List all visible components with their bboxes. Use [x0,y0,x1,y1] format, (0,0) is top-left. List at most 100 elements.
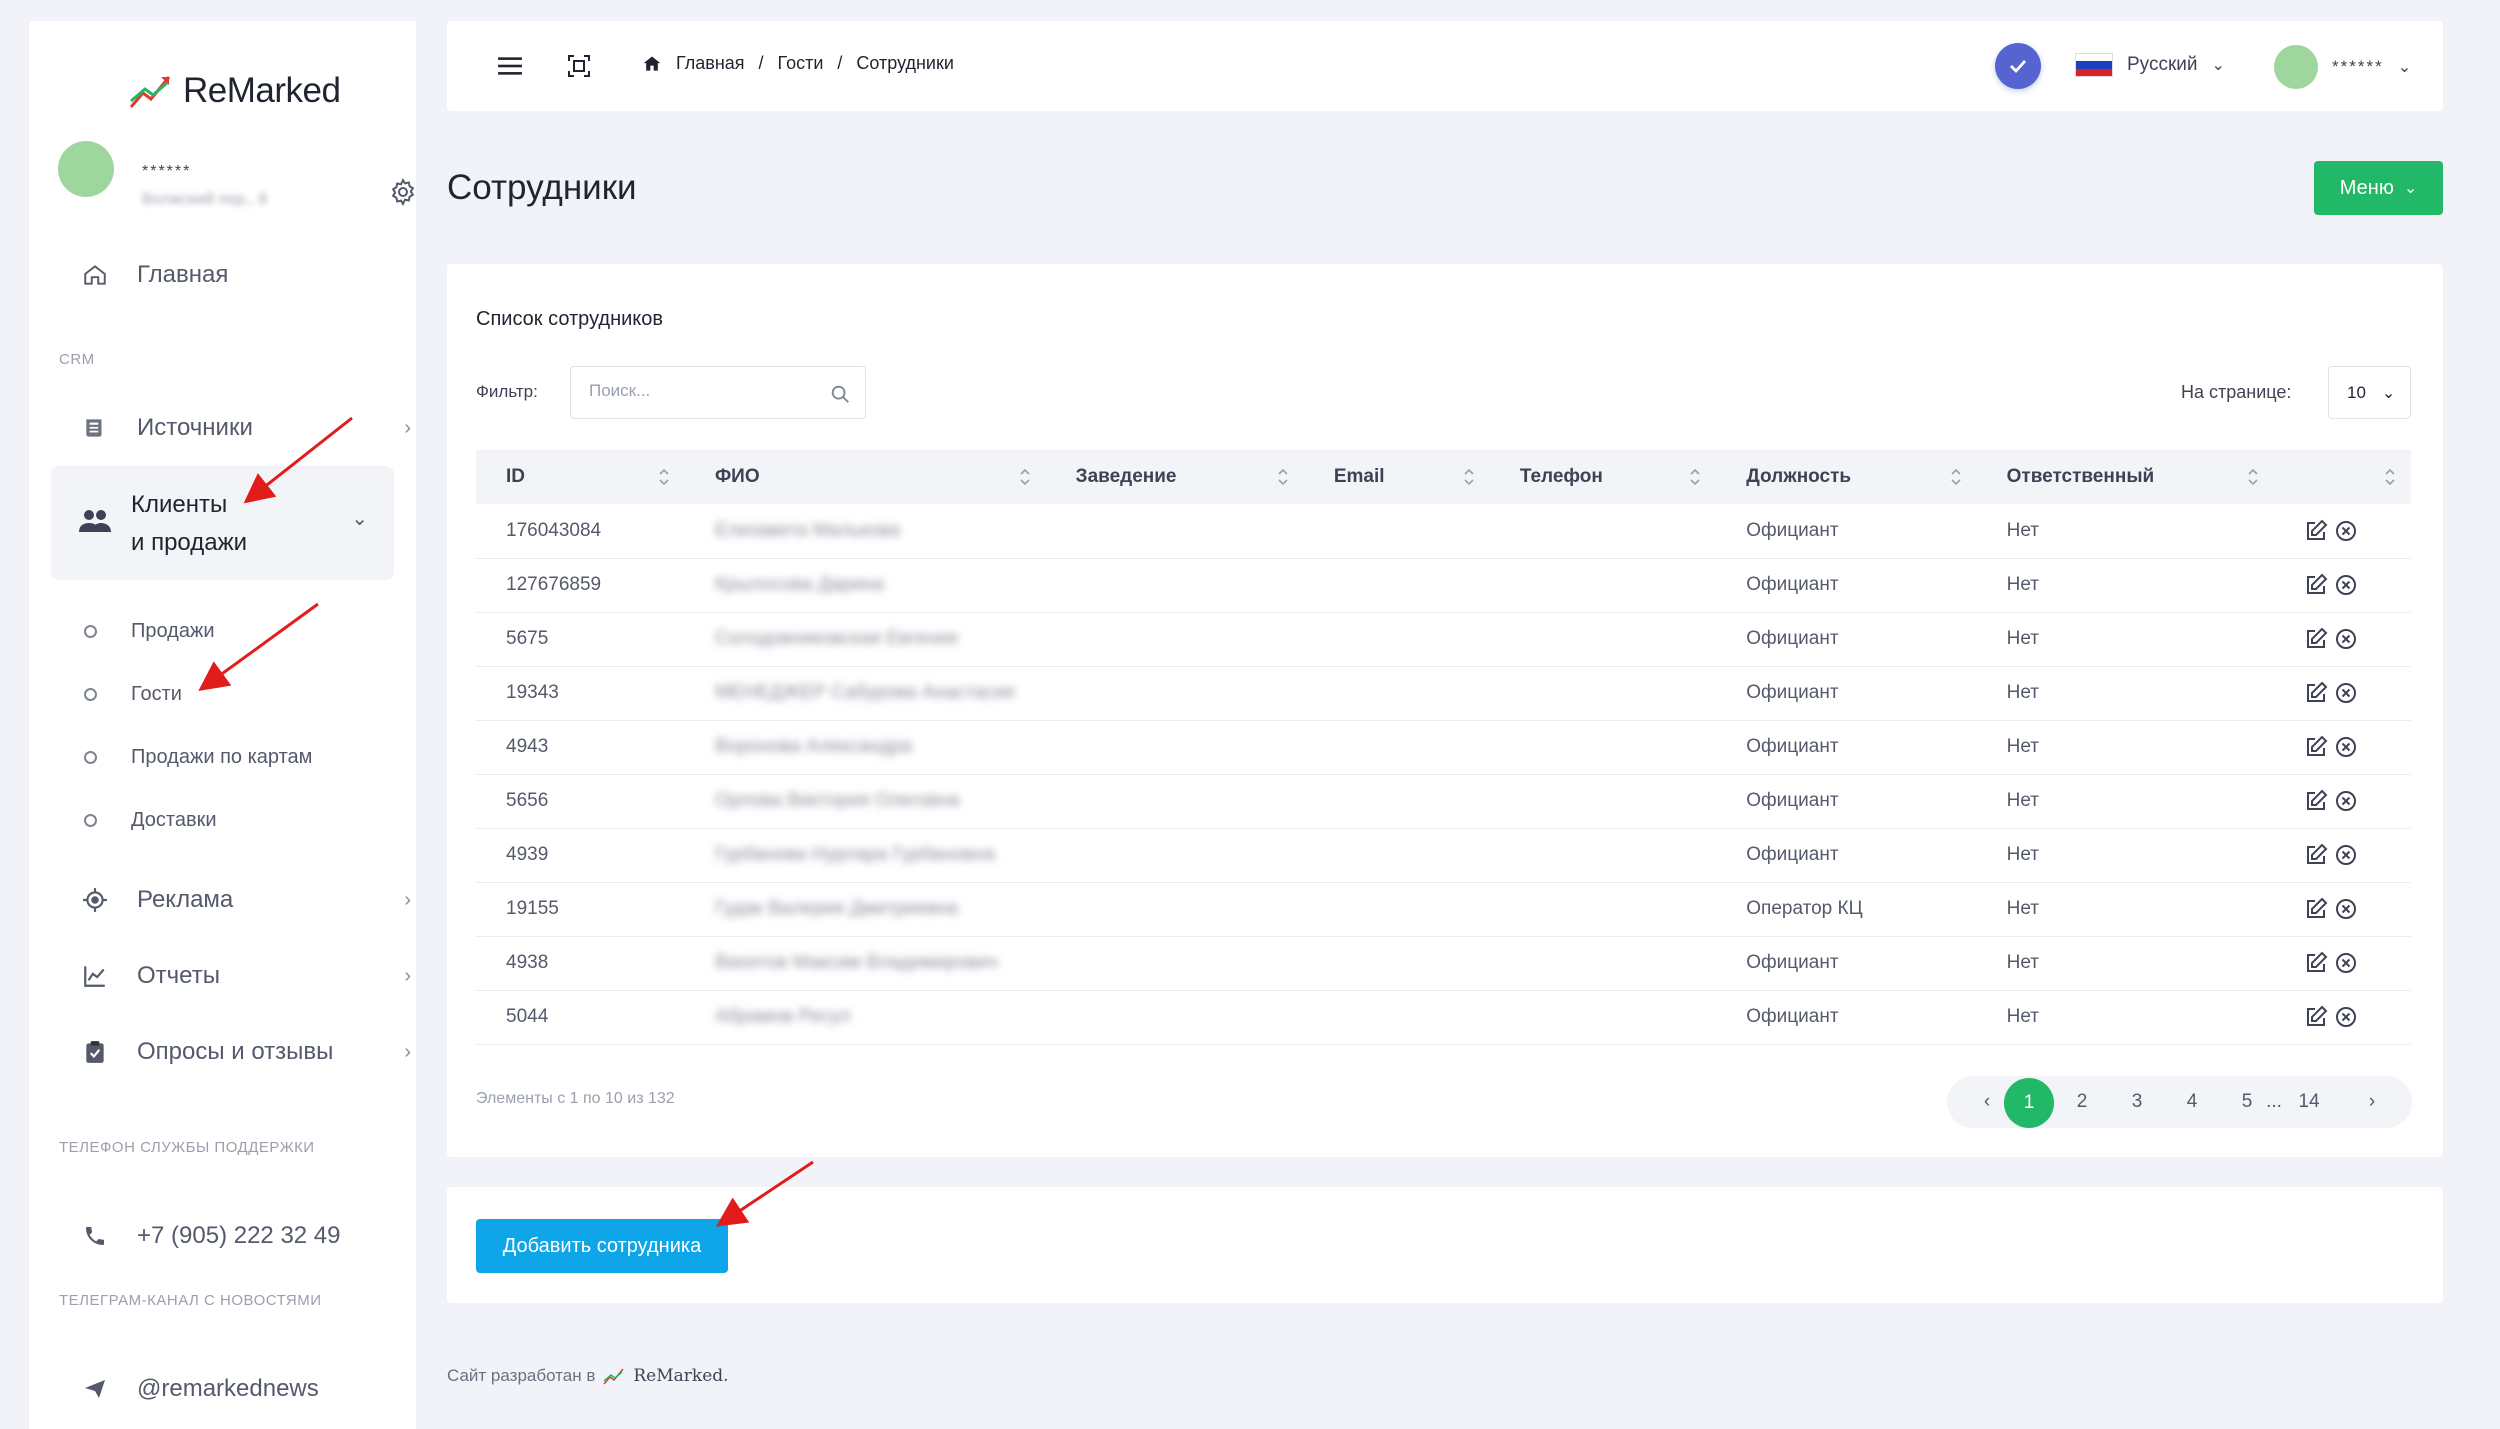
edit-icon[interactable] [2304,951,2328,975]
table-row[interactable]: 5044 Абрамов Ресул Официант Нет [476,990,2411,1044]
sidebar-subitem-card-sales[interactable]: Продажи по картам [84,746,312,769]
pagination-page-1[interactable]: 1 [2004,1078,2054,1128]
filter-label: Фильтр: [476,382,538,401]
per-page-select[interactable]: 10 ⌄ [2328,366,2411,419]
delete-icon[interactable] [2334,843,2358,867]
header-user-menu[interactable]: ****** ⌄ [2274,45,2411,89]
pagination-page-3[interactable]: 3 [2122,1076,2152,1128]
avatar[interactable] [58,141,114,197]
cell-phone [1490,990,1716,1044]
search-icon[interactable] [829,383,851,405]
delete-icon[interactable] [2334,789,2358,813]
sidebar-item-label: Главная [137,261,229,288]
footer-brand-link[interactable]: ReMarked. [633,1366,728,1386]
column-header-phone[interactable]: Телефон [1490,450,1716,504]
top-header: Главная / Гости / Сотрудники Русский ⌄ *… [447,21,2443,111]
cell-position: Официант [1746,519,1839,541]
column-header-position[interactable]: Должность [1716,450,1976,504]
target-icon [83,888,107,912]
edit-icon[interactable] [2304,1005,2328,1029]
table-row[interactable]: 4943 Воронова Александра Официант Нет [476,720,2411,774]
delete-icon[interactable] [2334,573,2358,597]
cell-actions [2274,504,2411,558]
pagination-page-4[interactable]: 4 [2177,1076,2207,1128]
pagination-page-2[interactable]: 2 [2067,1076,2097,1128]
pagination-next[interactable]: › [2360,1076,2384,1128]
table-row[interactable]: 4939 Гурбанова Нурлара Гурбановна Официант… [476,828,2411,882]
search-input[interactable] [589,381,829,401]
sidebar-item-surveys[interactable]: Опросы и отзывы › [81,1038,411,1066]
cell-id: 19155 [506,898,559,919]
sidebar-subitem-label: Гости [131,683,182,705]
delete-icon[interactable] [2334,1005,2358,1029]
menu-icon[interactable] [497,53,523,79]
brand-logo[interactable]: ReMarked [129,71,341,111]
column-header-id[interactable]: ID [476,450,685,504]
sidebar-item-clients[interactable]: Клиенты и продажи ⌄ [51,466,394,580]
phone-icon [86,1227,104,1245]
home-icon[interactable] [642,54,662,74]
cell-venue [1046,558,1304,612]
breadcrumb-item-home[interactable]: Главная [676,53,745,74]
support-phone-link[interactable]: +7 (905) 222 32 49 [81,1222,341,1250]
pagination-page-last[interactable]: 14 [2287,1076,2331,1128]
language-selector[interactable]: Русский ⌄ [2075,53,2225,77]
table-row[interactable]: 176043084 Елизавета Малькова Официант Нет [476,504,2411,558]
delete-icon[interactable] [2334,681,2358,705]
edit-icon[interactable] [2304,735,2328,759]
delete-icon[interactable] [2334,735,2358,759]
delete-icon[interactable] [2334,897,2358,921]
table-row[interactable]: 4938 Вахитов Максим Владимирович Официант Н… [476,936,2411,990]
table-row[interactable]: 19155 Гудак Валерия Дмитриевна Оператор КЦ… [476,882,2411,936]
status-check-button[interactable] [1995,43,2041,89]
column-header-actions[interactable] [2274,450,2411,504]
pagination-prev[interactable]: ‹ [1975,1076,1999,1128]
add-employee-button[interactable]: Добавить сотрудника [476,1219,728,1273]
pagination-page-5[interactable]: 5 [2232,1076,2262,1128]
cell-email [1304,882,1490,936]
edit-icon[interactable] [2304,519,2328,543]
cell-responsible: Нет [2006,574,2039,595]
edit-icon[interactable] [2304,627,2328,651]
cell-venue [1046,720,1304,774]
column-header-venue[interactable]: Заведение [1046,450,1304,504]
sidebar-subitem-sales[interactable]: Продажи [84,620,215,643]
cell-venue [1046,612,1304,666]
table-row[interactable]: 5675 Солодовниковская Евгения Официант Нет [476,612,2411,666]
table-row[interactable]: 19343 МЕНЕДЖЕР Сабурова Анастасия Официант… [476,666,2411,720]
sidebar-item-reports[interactable]: Отчеты › [81,962,411,990]
delete-icon[interactable] [2334,951,2358,975]
cell-responsible: Нет [2006,628,2039,649]
edit-icon[interactable] [2304,897,2328,921]
sidebar-item-sources[interactable]: Источники › [81,414,411,442]
table-row[interactable]: 5656 Орлова Виктория Олеговна Официант Нет [476,774,2411,828]
column-header-name[interactable]: ФИО [685,450,1046,504]
logo-chart-icon [129,76,171,108]
sidebar-item-home[interactable]: Главная [81,261,228,289]
sidebar-item-label: Клиенты и продажи [131,491,248,556]
telegram-link[interactable]: @remarkednews [81,1375,319,1403]
gear-icon[interactable] [388,177,418,207]
column-header-email[interactable]: Email [1304,450,1490,504]
edit-icon[interactable] [2304,843,2328,867]
delete-icon[interactable] [2334,627,2358,651]
cell-phone [1490,936,1716,990]
sidebar-subitem-guests[interactable]: Гости [84,683,182,706]
sort-icon [659,468,669,486]
cell-actions [2274,612,2411,666]
cell-phone [1490,774,1716,828]
edit-icon[interactable] [2304,573,2328,597]
edit-icon[interactable] [2304,789,2328,813]
fullscreen-icon[interactable] [567,54,591,78]
delete-icon[interactable] [2334,519,2358,543]
edit-icon[interactable] [2304,681,2328,705]
clipboard-check-icon [86,1041,104,1063]
sidebar-item-ads[interactable]: Реклама › [81,886,411,914]
breadcrumb-item-guests[interactable]: Гости [778,53,824,74]
menu-button[interactable]: Меню ⌄ [2314,161,2443,215]
sidebar-subitem-deliveries[interactable]: Доставки [84,809,217,832]
cell-phone [1490,666,1716,720]
table-row[interactable]: 127676859 Крылосова Дарина Официант Нет [476,558,2411,612]
column-header-responsible[interactable]: Ответственный [1977,450,2275,504]
cell-name: Крылосова Дарина [714,574,884,595]
